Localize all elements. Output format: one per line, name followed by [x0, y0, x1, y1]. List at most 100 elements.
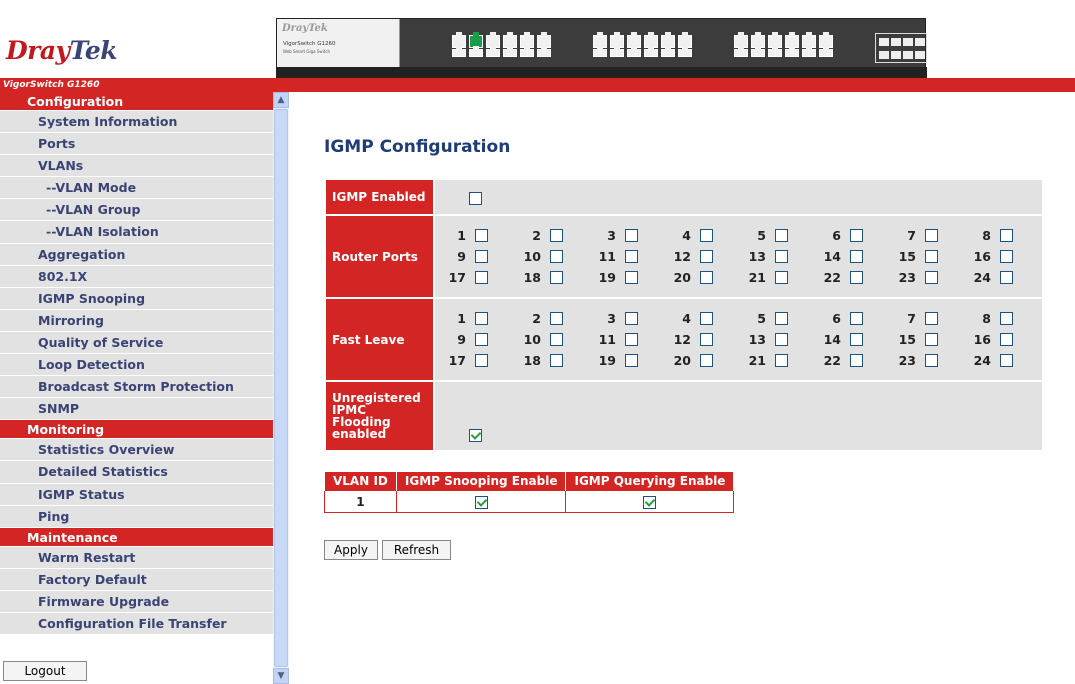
fast-leave-port-checkbox[interactable]	[475, 333, 488, 346]
fast-leave-port-checkbox[interactable]	[1000, 354, 1013, 367]
router-port-number: 12	[673, 249, 691, 264]
sidebar-item[interactable]: Loop Detection	[0, 354, 273, 377]
chevron-down-icon[interactable]: ▼	[273, 668, 289, 684]
router-port-checkbox[interactable]	[775, 271, 788, 284]
router-port-checkbox[interactable]	[550, 250, 563, 263]
sidebar-item[interactable]: Mirroring	[0, 309, 273, 332]
router-port-checkbox[interactable]	[925, 271, 938, 284]
igmp-snooping-checkbox[interactable]	[474, 495, 488, 509]
router-port-checkbox[interactable]	[475, 271, 488, 284]
sidebar-item[interactable]: Ping	[0, 505, 273, 528]
router-port-checkbox[interactable]	[475, 250, 488, 263]
fast-leave-port-checkbox[interactable]	[625, 354, 638, 367]
sidebar-item[interactable]: Aggregation	[0, 243, 273, 266]
fast-leave-port-checkbox[interactable]	[550, 312, 563, 325]
router-port-cell: 14	[816, 249, 891, 264]
fast-leave-port-cell: 19	[591, 353, 666, 368]
unregistered-flooding-checkbox[interactable]	[469, 429, 482, 442]
sidebar-item[interactable]: VLANs	[0, 155, 273, 178]
sidebar-item[interactable]: Factory Default	[0, 568, 273, 591]
router-port-checkbox[interactable]	[475, 229, 488, 242]
sidebar-item[interactable]: System Information	[0, 111, 273, 134]
router-port-checkbox[interactable]	[850, 250, 863, 263]
router-port-number: 21	[748, 270, 766, 285]
router-port-cell: 5	[741, 228, 816, 243]
router-port-checkbox[interactable]	[925, 229, 938, 242]
router-port-cell: 11	[591, 249, 666, 264]
fast-leave-port-checkbox[interactable]	[850, 354, 863, 367]
fast-leave-port-checkbox[interactable]	[475, 312, 488, 325]
fast-leave-port-checkbox[interactable]	[625, 333, 638, 346]
igmp-querying-checkbox[interactable]	[643, 495, 657, 509]
router-port-checkbox[interactable]	[1000, 250, 1013, 263]
router-port-checkbox[interactable]	[925, 250, 938, 263]
router-port-number: 18	[523, 270, 541, 285]
sidebar-item[interactable]: Statistics Overview	[0, 439, 273, 462]
fast-leave-port-checkbox[interactable]	[925, 333, 938, 346]
sidebar-item[interactable]: IGMP Status	[0, 483, 273, 506]
sidebar-item[interactable]: --VLAN Isolation	[0, 221, 273, 244]
fast-leave-port-number: 2	[532, 311, 541, 326]
sidebar-item[interactable]: --VLAN Group	[0, 199, 273, 222]
fast-leave-port-checkbox[interactable]	[550, 354, 563, 367]
router-port-checkbox[interactable]	[850, 271, 863, 284]
fast-leave-port-checkbox[interactable]	[700, 354, 713, 367]
fast-leave-port-checkbox[interactable]	[625, 312, 638, 325]
logout-button[interactable]: Logout	[3, 661, 87, 681]
sidebar-item[interactable]: Quality of Service	[0, 331, 273, 355]
chevron-up-icon[interactable]: ▲	[273, 92, 289, 108]
fast-leave-port-checkbox[interactable]	[850, 333, 863, 346]
router-port-checkbox[interactable]	[850, 229, 863, 242]
fast-leave-port-checkbox[interactable]	[775, 354, 788, 367]
router-port-cell: 21	[741, 270, 816, 285]
router-port-checkbox[interactable]	[550, 271, 563, 284]
igmp-enabled-checkbox[interactable]	[469, 191, 482, 205]
fast-leave-port-checkbox[interactable]	[775, 333, 788, 346]
fast-leave-port-checkbox[interactable]	[1000, 312, 1013, 325]
router-port-checkbox[interactable]	[625, 250, 638, 263]
router-port-checkbox[interactable]	[700, 229, 713, 242]
fast-leave-port-checkbox[interactable]	[475, 354, 488, 367]
scrollbar-thumb[interactable]	[274, 109, 288, 667]
router-port-cell: 19	[591, 270, 666, 285]
sidebar-item[interactable]: Broadcast Storm Protection	[0, 376, 273, 399]
sidebar-item[interactable]: Detailed Statistics	[0, 461, 273, 484]
router-port-cell: 1	[441, 228, 516, 243]
sidebar-item[interactable]: --VLAN Mode	[0, 177, 273, 200]
fast-leave-port-checkbox[interactable]	[850, 312, 863, 325]
router-port-checkbox[interactable]	[775, 250, 788, 263]
apply-button[interactable]: Apply	[324, 540, 378, 560]
router-port-checkbox[interactable]	[550, 229, 563, 242]
router-port-checkbox[interactable]	[625, 229, 638, 242]
router-port-cell: 6	[816, 228, 891, 243]
router-port-checkbox[interactable]	[775, 229, 788, 242]
panel-port-row	[734, 46, 833, 57]
router-port-number: 13	[748, 249, 766, 264]
panel-port	[819, 46, 833, 57]
router-port-checkbox[interactable]	[1000, 229, 1013, 242]
sidebar-item[interactable]: Warm Restart	[0, 546, 273, 569]
router-port-checkbox[interactable]	[700, 271, 713, 284]
sidebar-item[interactable]: SNMP	[0, 398, 273, 421]
fast-leave-port-checkbox[interactable]	[700, 312, 713, 325]
sidebar-item[interactable]: IGMP Snooping	[0, 287, 273, 310]
fast-leave-port-checkbox[interactable]	[925, 312, 938, 325]
router-port-checkbox[interactable]	[1000, 271, 1013, 284]
fast-leave-port-checkbox[interactable]	[700, 333, 713, 346]
fast-leave-port-checkbox[interactable]	[925, 354, 938, 367]
refresh-button[interactable]: Refresh	[382, 540, 451, 560]
sidebar-scrollbar[interactable]: ▲ ▼	[273, 92, 289, 684]
fast-leave-port-checkbox[interactable]	[775, 312, 788, 325]
sidebar-item[interactable]: Configuration File Transfer	[0, 612, 273, 636]
sidebar-item[interactable]: 802.1X	[0, 265, 273, 288]
sidebar-item[interactable]: Ports	[0, 133, 273, 156]
sidebar-item[interactable]: Firmware Upgrade	[0, 590, 273, 613]
router-port-checkbox[interactable]	[625, 271, 638, 284]
fast-leave-port-checkbox[interactable]	[1000, 333, 1013, 346]
fast-leave-port-checkbox[interactable]	[550, 333, 563, 346]
fast-leave-port-number: 13	[748, 332, 766, 347]
router-port-checkbox[interactable]	[700, 250, 713, 263]
fast-leave-port-cell: 17	[441, 353, 516, 368]
unregistered-flooding-row: Unregistered IPMC Flooding enabled	[324, 380, 1044, 452]
router-port-cell: 10	[516, 249, 591, 264]
